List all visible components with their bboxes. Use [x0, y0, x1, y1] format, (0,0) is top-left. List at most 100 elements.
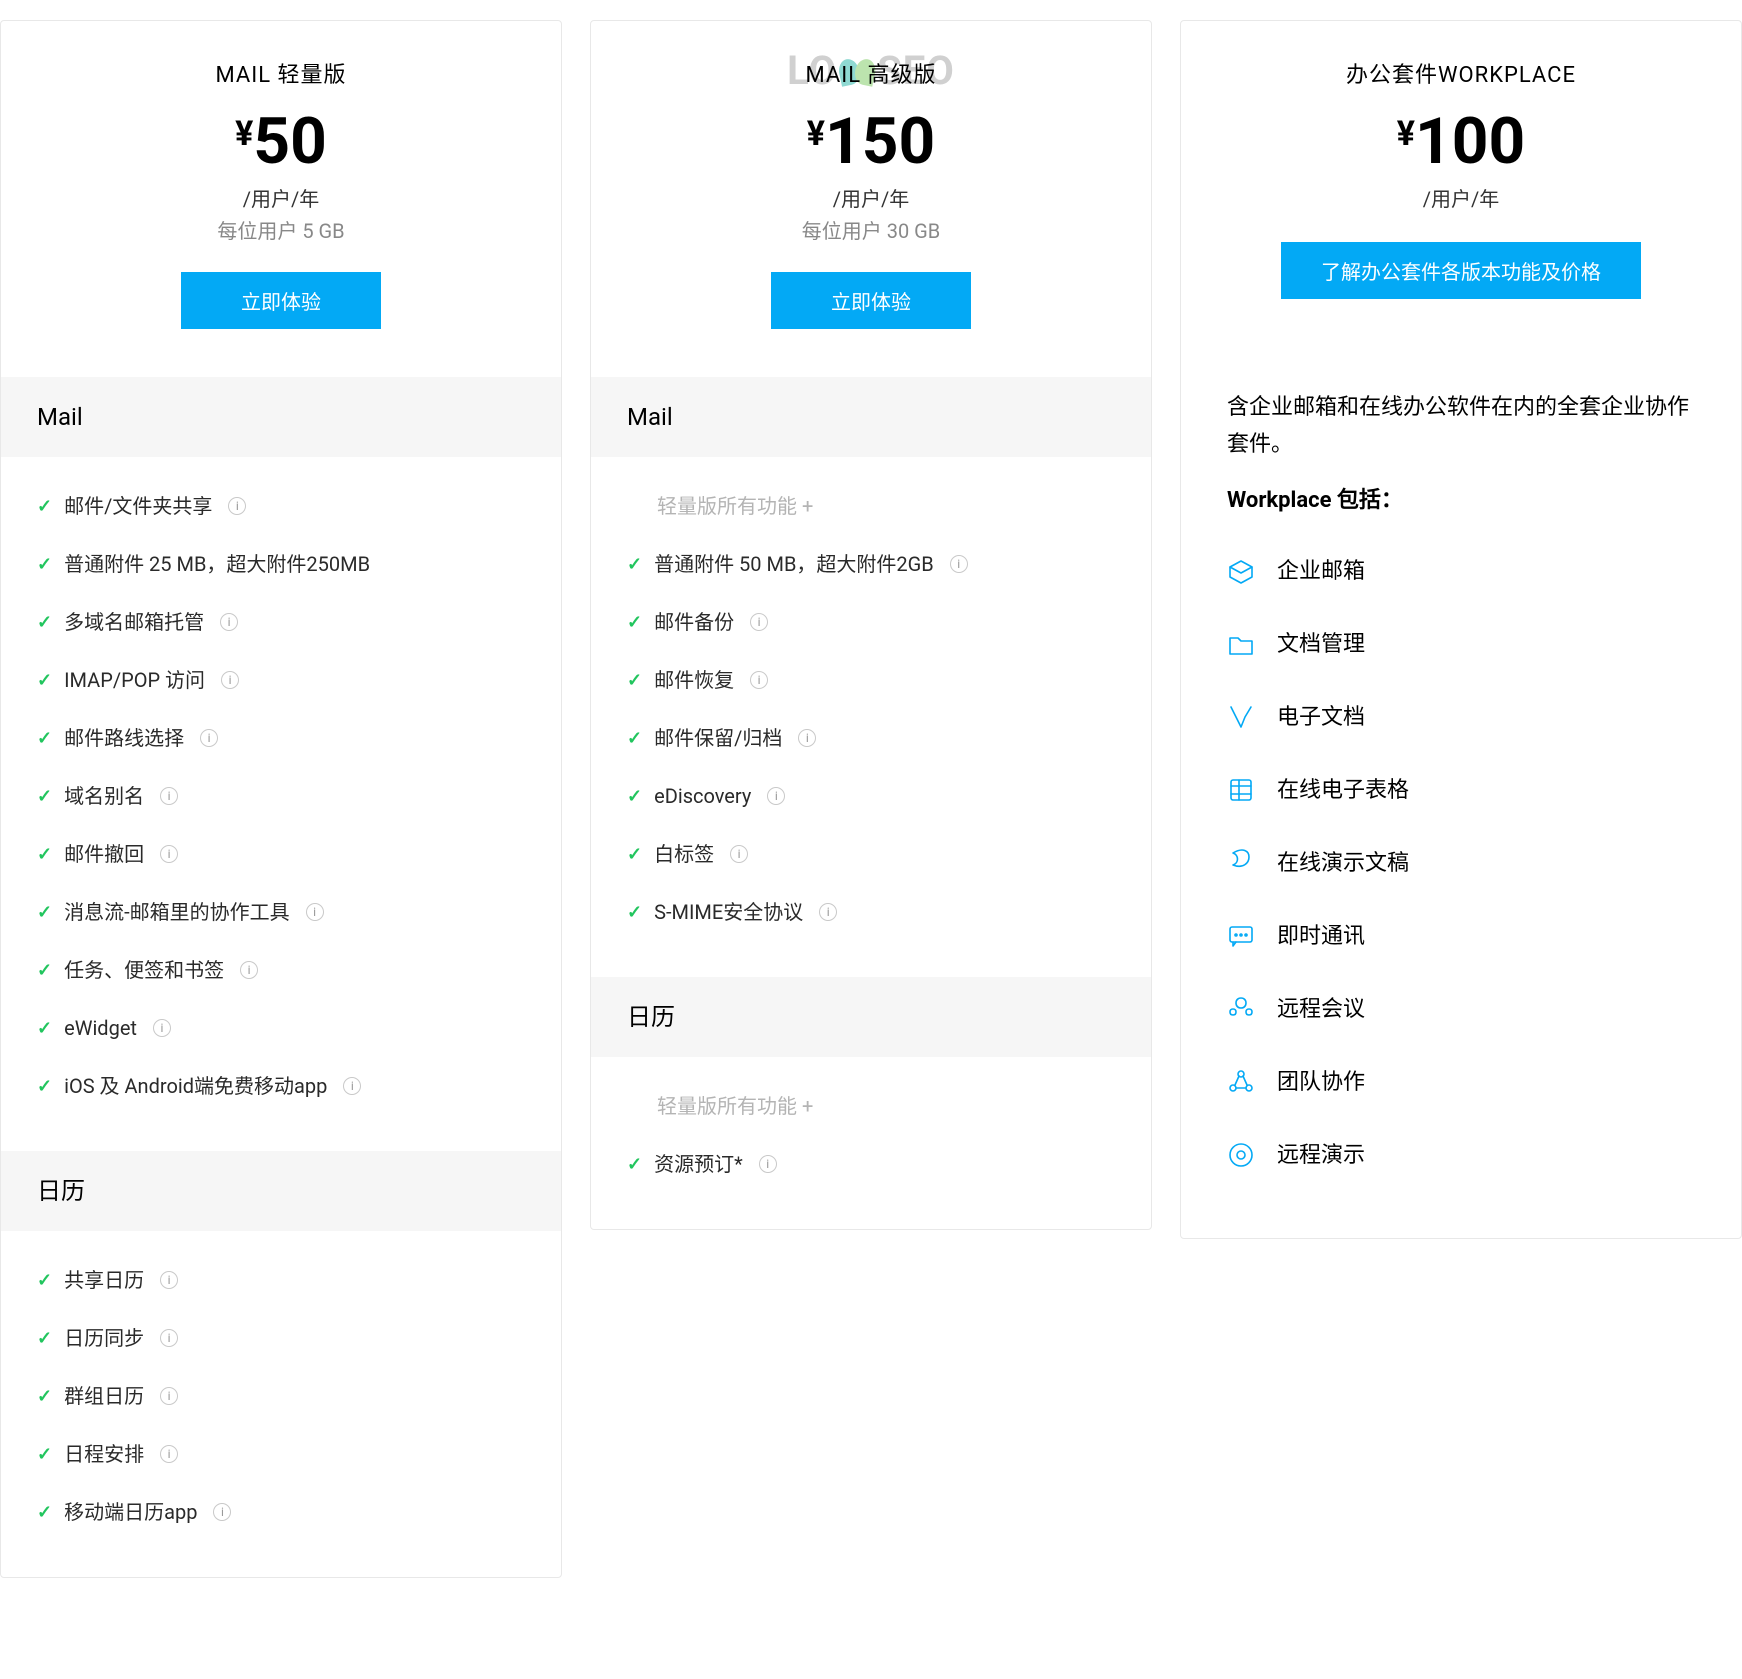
- check-icon: ✓: [37, 1383, 52, 1410]
- currency: ¥: [235, 117, 253, 151]
- workplace-item: 团队协作: [1227, 1046, 1695, 1119]
- show-icon: [1227, 849, 1255, 877]
- feature-item: ✓eWidgeti: [37, 999, 525, 1057]
- info-icon[interactable]: i: [950, 555, 968, 573]
- feature-item: 轻量版所有功能 +: [627, 477, 1115, 535]
- info-icon[interactable]: i: [750, 671, 768, 689]
- workplace-item: 即时通讯: [1227, 900, 1695, 973]
- feature-item: ✓普通附件 25 MB，超大附件250MB: [37, 535, 525, 593]
- amount: 150: [825, 110, 935, 174]
- info-icon[interactable]: i: [200, 729, 218, 747]
- feature-item: ✓邮件恢复i: [627, 651, 1115, 709]
- info-icon[interactable]: i: [221, 671, 239, 689]
- price-unit: /用户/年: [621, 184, 1121, 214]
- check-icon: ✓: [37, 783, 52, 810]
- sheet-icon: [1227, 776, 1255, 804]
- info-icon[interactable]: i: [750, 613, 768, 631]
- feature-item: ✓ 日程安排 i: [37, 1425, 525, 1483]
- feature-text: 白标签: [654, 839, 714, 869]
- feature-item: 轻量版所有功能 +: [627, 1077, 1115, 1135]
- amount: 100: [1415, 110, 1525, 174]
- workplace-item-text: 团队协作: [1277, 1066, 1365, 1099]
- info-icon[interactable]: i: [306, 903, 324, 921]
- feature-item: ✓IMAP/POP 访问i: [37, 651, 525, 709]
- info-icon[interactable]: i: [759, 1155, 777, 1173]
- workplace-item: 电子文档: [1227, 681, 1695, 754]
- check-icon: ✓: [37, 725, 52, 752]
- info-icon[interactable]: i: [153, 1019, 171, 1037]
- check-icon: ✓: [37, 1499, 52, 1526]
- workplace-item-text: 在线演示文稿: [1277, 847, 1409, 880]
- feature-item: ✓邮件撤回i: [37, 825, 525, 883]
- check-icon: ✓: [37, 899, 52, 926]
- check-icon: ✓: [627, 783, 642, 810]
- feature-item: ✓移动端日历appi: [37, 1483, 525, 1541]
- storage-text: 每位用户 30 GB: [621, 216, 1121, 246]
- chat-icon: [1227, 922, 1255, 950]
- feature-text: 群组日历: [64, 1381, 144, 1411]
- cta-button[interactable]: 了解办公套件各版本功能及价格: [1281, 242, 1641, 299]
- plan-card-0: MAIL 轻量版¥50/用户/年每位用户 5 GB立即体验Mail✓邮件/文件夹…: [0, 20, 562, 1578]
- feature-text: 日程安排: [64, 1439, 144, 1469]
- plan-price: ¥150: [621, 110, 1121, 174]
- feature-item: ✓ 邮件/文件夹共享 i: [37, 477, 525, 535]
- info-icon[interactable]: i: [160, 1387, 178, 1405]
- feature-text: 邮件备份: [654, 607, 734, 637]
- check-icon: ✓: [627, 667, 642, 694]
- currency: ¥: [807, 117, 825, 151]
- info-icon[interactable]: i: [343, 1077, 361, 1095]
- workplace-item-text: 远程会议: [1277, 993, 1365, 1026]
- info-icon[interactable]: i: [213, 1503, 231, 1521]
- workplace-item-text: 企业邮箱: [1277, 555, 1365, 588]
- info-icon[interactable]: i: [160, 1329, 178, 1347]
- feature-text: iOS 及 Android端免费移动app: [64, 1071, 327, 1101]
- check-icon: ✓: [37, 1325, 52, 1352]
- workplace-item-text: 即时通讯: [1277, 920, 1365, 953]
- check-icon: ✓: [37, 957, 52, 984]
- plan-head: MAIL 轻量版¥50/用户/年每位用户 5 GB立即体验: [1, 21, 561, 377]
- check-icon: ✓: [37, 1441, 52, 1468]
- feature-item: ✓iOS 及 Android端免费移动appi: [37, 1057, 525, 1115]
- feature-text: 日历同步: [64, 1323, 144, 1353]
- workplace-item: 在线电子表格: [1227, 754, 1695, 827]
- price-unit: /用户/年: [1211, 184, 1711, 214]
- section-title: Mail: [591, 377, 1151, 457]
- feature-text: 普通附件 25 MB，超大附件250MB: [64, 549, 370, 579]
- feature-text: 资源预订*: [654, 1149, 743, 1179]
- check-icon: ✓: [37, 841, 52, 868]
- feature-list: ✓共享日历i✓日历同步i✓群组日历i✓日程安排i✓移动端日历appi: [1, 1231, 561, 1577]
- cta-button[interactable]: 立即体验: [181, 272, 381, 329]
- feature-item: ✓ 资源预订* i: [627, 1135, 1115, 1193]
- cta-button[interactable]: 立即体验: [771, 272, 971, 329]
- info-icon[interactable]: i: [798, 729, 816, 747]
- info-icon[interactable]: i: [730, 845, 748, 863]
- folder-icon: [1227, 630, 1255, 658]
- workplace-item: 企业邮箱: [1227, 535, 1695, 608]
- plan-price: ¥100: [1211, 110, 1711, 174]
- info-icon[interactable]: i: [160, 1445, 178, 1463]
- feature-text: 轻量版所有功能 +: [657, 1091, 813, 1121]
- info-icon[interactable]: i: [240, 961, 258, 979]
- feature-text: S-MIME安全协议: [654, 897, 803, 927]
- check-icon: ✓: [627, 609, 642, 636]
- info-icon[interactable]: i: [160, 845, 178, 863]
- check-icon: ✓: [627, 899, 642, 926]
- feature-text: 邮件保留/归档: [654, 723, 782, 753]
- info-icon[interactable]: i: [160, 787, 178, 805]
- info-icon[interactable]: i: [160, 1271, 178, 1289]
- feature-item: ✓白标签i: [627, 825, 1115, 883]
- feature-item: ✓ 日历同步 i: [37, 1309, 525, 1367]
- feature-text: 邮件/文件夹共享: [64, 491, 212, 521]
- info-icon[interactable]: i: [228, 497, 246, 515]
- info-icon[interactable]: i: [819, 903, 837, 921]
- check-icon: ✓: [627, 1151, 642, 1178]
- feature-item: ✓ 群组日历 i: [37, 1367, 525, 1425]
- workplace-item-text: 文档管理: [1277, 628, 1365, 661]
- feature-text: 多域名邮箱托管: [64, 607, 204, 637]
- check-icon: ✓: [37, 493, 52, 520]
- info-icon[interactable]: i: [220, 613, 238, 631]
- workplace-intro: 含企业邮箱和在线办公软件在内的全套企业协作套件。: [1181, 347, 1741, 464]
- workplace-item-text: 电子文档: [1277, 701, 1365, 734]
- info-icon[interactable]: i: [767, 787, 785, 805]
- check-icon: ✓: [37, 609, 52, 636]
